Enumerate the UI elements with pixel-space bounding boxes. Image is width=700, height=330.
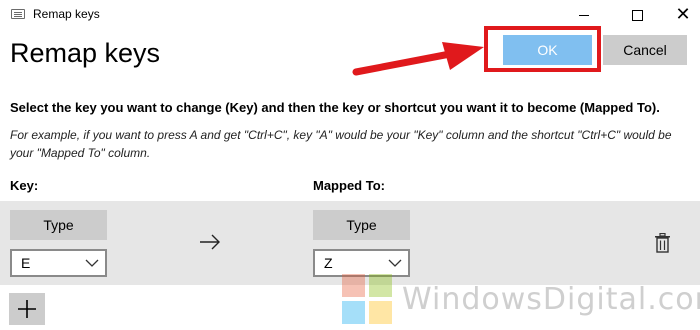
- plus-icon: [18, 300, 36, 318]
- annotation-highlight-box: [484, 26, 601, 72]
- chevron-down-icon: [85, 259, 99, 267]
- window-title: Remap keys: [33, 7, 100, 21]
- keyboard-icon: [11, 9, 25, 19]
- minimize-icon: [579, 14, 589, 16]
- arrow-right-icon: [200, 234, 220, 250]
- key-select-value: E: [21, 255, 31, 271]
- watermark: WindowsDigital.com: [340, 268, 700, 328]
- close-icon: ✕: [675, 4, 691, 25]
- maximize-icon: [631, 9, 643, 21]
- mapped-select-value: Z: [324, 255, 333, 271]
- cancel-button[interactable]: Cancel: [603, 35, 687, 65]
- key-column-label: Key:: [10, 178, 39, 193]
- annotation-arrow: [352, 42, 484, 76]
- delete-trash-icon[interactable]: [654, 233, 671, 253]
- mapped-to-column-label: Mapped To:: [313, 178, 385, 193]
- add-mapping-button[interactable]: [9, 293, 45, 325]
- page-title: Remap keys: [10, 38, 161, 68]
- watermark-text: WindowsDigital.com: [402, 282, 700, 317]
- example-text: For example, if you want to press A and …: [10, 128, 672, 160]
- windows-logo-icon: [342, 274, 392, 324]
- key-type-button[interactable]: Type: [10, 210, 107, 240]
- close-button[interactable]: ✕: [660, 0, 700, 30]
- mapped-type-button[interactable]: Type: [313, 210, 410, 240]
- instruction-text: Select the key you want to change (Key) …: [10, 100, 660, 115]
- maximize-button[interactable]: [614, 0, 660, 30]
- key-select[interactable]: E: [10, 249, 107, 277]
